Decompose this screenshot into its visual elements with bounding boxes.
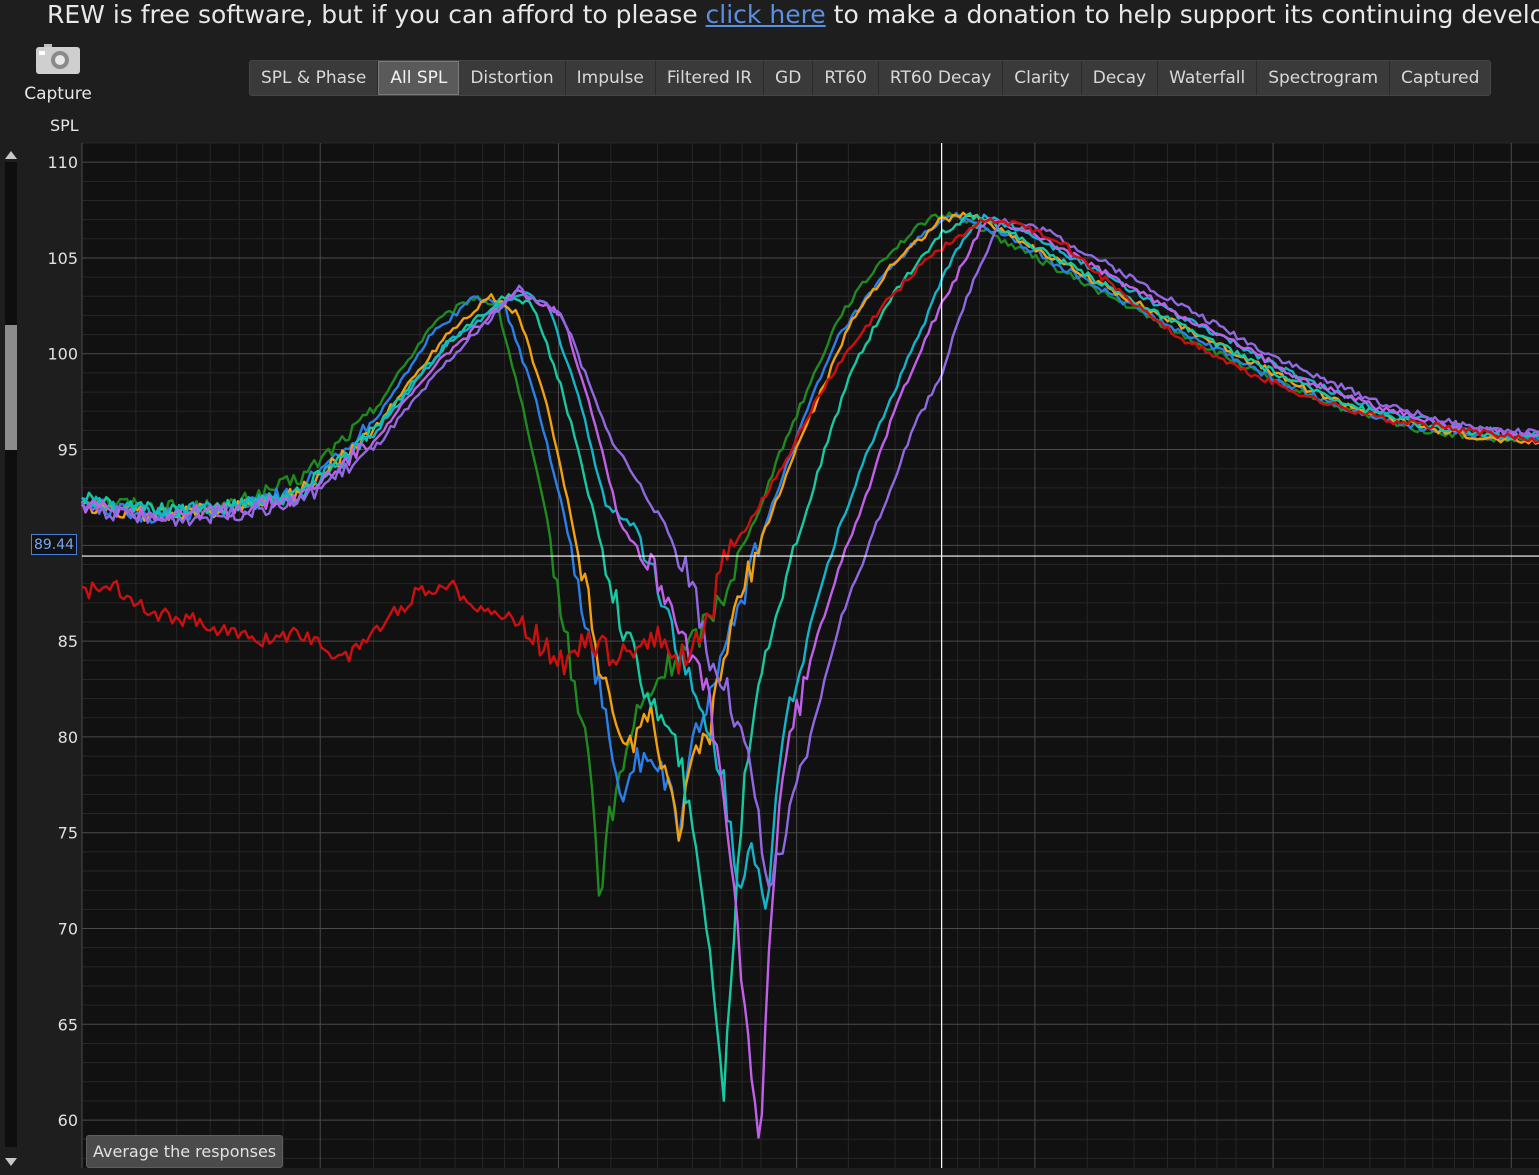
y-tick-label: 80 bbox=[58, 728, 78, 747]
y-tick-labels: 1101051009590858075706560 bbox=[47, 153, 78, 1130]
y-tick-label: 65 bbox=[58, 1015, 78, 1034]
y-tick-label: 85 bbox=[58, 632, 78, 651]
average-responses-button[interactable]: Average the responses bbox=[86, 1135, 284, 1168]
y-tick-label: 70 bbox=[58, 920, 78, 939]
y-tick-label: 75 bbox=[58, 824, 78, 843]
y-tick-label: 60 bbox=[58, 1111, 78, 1130]
y-tick-label: 110 bbox=[47, 153, 78, 172]
y-tick-label: 100 bbox=[47, 345, 78, 364]
y-tick-label: 105 bbox=[47, 249, 78, 268]
cursor-value-readout: 89.44 bbox=[31, 534, 77, 555]
y-tick-label: 95 bbox=[58, 441, 78, 460]
spl-chart[interactable]: 1101051009590858075706560 bbox=[0, 0, 1539, 1175]
